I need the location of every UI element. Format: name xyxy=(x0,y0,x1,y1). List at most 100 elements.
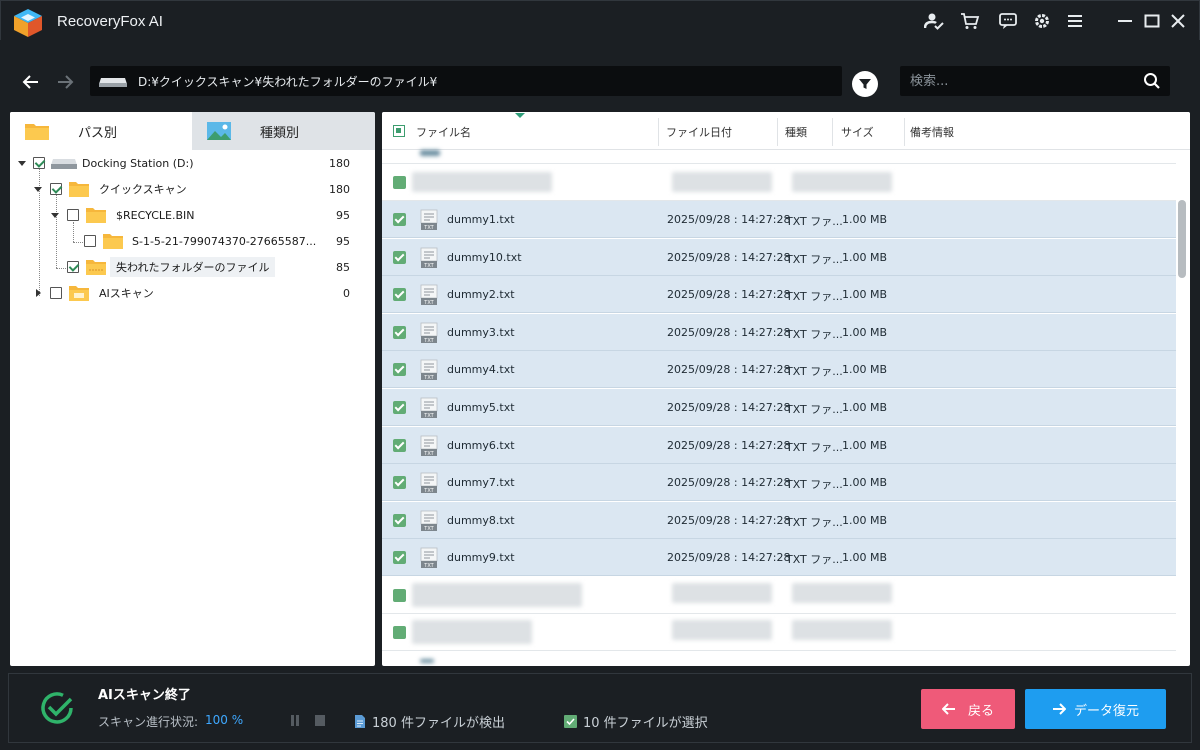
folder-icon xyxy=(103,234,123,249)
table-row[interactable]: TXT dummy10.txt 2025/09/28 : 14:27:28 TXT フ… xyxy=(382,238,1176,276)
row-checkbox[interactable] xyxy=(393,176,406,189)
tree-item-ai-scan[interactable]: AIスキャン 0 xyxy=(10,280,375,306)
checked-box-icon xyxy=(564,715,577,728)
row-checkbox[interactable] xyxy=(393,213,406,226)
pause-icon[interactable] xyxy=(290,715,300,726)
row-checkbox[interactable] xyxy=(393,626,406,639)
row-checkbox[interactable] xyxy=(393,363,406,377)
back-button[interactable]: 戻る xyxy=(921,689,1015,729)
file-size: 1.00 MB xyxy=(842,250,888,264)
back-arrow-icon[interactable] xyxy=(17,68,45,96)
table-row[interactable]: TXT dummy4.txt 2025/09/28 : 14:27:28 TXT ファ… xyxy=(382,351,1176,389)
txt-file-icon: TXT xyxy=(420,510,438,532)
table-row[interactable]: TXT dummy9.txt 2025/09/28 : 14:27:28 TXT ファ… xyxy=(382,539,1176,577)
scrollbar-thumb[interactable] xyxy=(1178,200,1186,278)
tree-checkbox[interactable] xyxy=(67,209,79,221)
txt-file-icon: TXT xyxy=(420,472,438,494)
table-row[interactable] xyxy=(382,614,1176,651)
folder-icon xyxy=(69,182,89,197)
tree-checkbox[interactable] xyxy=(50,287,62,299)
table-row[interactable]: TXT dummy6.txt 2025/09/28 : 14:27:28 TXT ファ… xyxy=(382,426,1176,464)
table-row[interactable]: TXT dummy5.txt 2025/09/28 : 14:27:28 TXT ファ… xyxy=(382,389,1176,426)
table-row[interactable] xyxy=(382,651,1176,666)
search-icon[interactable] xyxy=(1142,71,1162,91)
lost-folder-icon xyxy=(86,260,106,275)
tree-checkbox[interactable] xyxy=(50,183,62,195)
table-row[interactable] xyxy=(382,577,1176,614)
file-date: 2025/09/28 : 14:27:28 xyxy=(667,363,791,377)
collapse-arrow-icon[interactable] xyxy=(34,185,42,193)
file-name: dummy10.txt xyxy=(447,250,522,264)
tree-checkbox[interactable] xyxy=(84,235,96,247)
file-size: 1.00 MB xyxy=(842,401,888,414)
table-row[interactable]: TXT dummy3.txt 2025/09/28 : 14:27:28 TXT ファ… xyxy=(382,313,1176,351)
tree-checkbox[interactable] xyxy=(67,261,79,273)
row-checkbox[interactable] xyxy=(393,288,406,302)
file-type: TXT ファ... xyxy=(786,553,843,567)
tree-item-recycle-bin[interactable]: $RECYCLE.BIN 95 xyxy=(10,202,375,228)
status-footer: AIスキャン終了 スキャン進行状況: 100 % 180 件ファイルが検出 10… xyxy=(8,673,1192,743)
search-input[interactable] xyxy=(910,72,1130,90)
table-row[interactable]: TXT dummy7.txt 2025/09/28 : 14:27:28 TXT ファ… xyxy=(382,464,1176,502)
menu-icon[interactable] xyxy=(1064,10,1086,32)
txt-file-icon: TXT xyxy=(420,435,438,456)
tab-by-type[interactable]: 種類別 xyxy=(192,112,375,150)
tree-item-lost-folder-files[interactable]: 失われたフォルダーのファイル 85 xyxy=(10,254,375,280)
column-header-notes[interactable]: 備考情報 xyxy=(910,124,954,140)
folder-icon xyxy=(86,208,106,223)
table-row[interactable]: TXT dummy1.txt 2025/09/28 : 14:27:28 TXT ファ… xyxy=(382,201,1176,238)
stop-icon[interactable] xyxy=(315,715,325,726)
file-size: 1.00 MB xyxy=(842,438,888,452)
table-row[interactable] xyxy=(382,164,1176,201)
table-row[interactable] xyxy=(382,150,1176,164)
right-arrow-icon xyxy=(1052,703,1066,715)
vertical-scrollbar[interactable] xyxy=(1178,152,1186,664)
file-type: TXT ファ... xyxy=(786,327,843,341)
column-header-type[interactable]: 種類 xyxy=(785,124,807,140)
feedback-icon[interactable] xyxy=(997,10,1019,32)
drive-icon xyxy=(51,159,77,169)
expand-arrow-icon[interactable] xyxy=(34,289,42,297)
row-checkbox[interactable] xyxy=(393,250,406,264)
tree-checkbox[interactable] xyxy=(33,157,45,169)
minimize-icon[interactable] xyxy=(1114,10,1136,32)
file-type: TXT ファ... xyxy=(786,515,843,529)
forward-arrow-icon[interactable] xyxy=(51,68,79,96)
file-type: TXT ファ... xyxy=(786,440,843,454)
row-checkbox[interactable] xyxy=(393,551,406,565)
file-date: 2025/09/28 : 14:27:28 xyxy=(667,401,791,414)
select-all-checkbox[interactable] xyxy=(393,125,405,137)
row-checkbox[interactable] xyxy=(393,476,406,490)
txt-file-icon: TXT xyxy=(420,284,438,306)
collapse-arrow-icon[interactable] xyxy=(51,211,59,219)
maximize-icon[interactable] xyxy=(1141,10,1163,32)
close-icon[interactable] xyxy=(1167,10,1189,32)
progress-value: 100 % xyxy=(205,713,244,727)
recover-data-button[interactable]: データ復元 xyxy=(1025,689,1166,729)
scan-status-title: AIスキャン終了 xyxy=(98,688,191,703)
file-type: TXT ファ... xyxy=(786,478,843,492)
filter-icon[interactable] xyxy=(852,71,878,97)
settings-icon[interactable] xyxy=(1031,10,1053,32)
address-bar[interactable]: D:¥クイックスキャン¥失われたフォルダーのファイル¥ xyxy=(90,66,842,96)
table-row[interactable]: TXT dummy2.txt 2025/09/28 : 14:27:28 TXT ファ… xyxy=(382,276,1176,314)
column-header-name[interactable]: ファイル名 xyxy=(416,124,471,140)
progress-label: スキャン進行状況: xyxy=(98,715,199,729)
column-header-date[interactable]: ファイル日付 xyxy=(666,124,732,140)
tree-item-sid-folder[interactable]: S-1-5-21-799074370-27665587... 95 xyxy=(10,228,375,254)
tree-item-docking-station[interactable]: Docking Station (D:) 180 xyxy=(10,150,375,176)
row-checkbox[interactable] xyxy=(393,513,406,527)
row-checkbox[interactable] xyxy=(393,401,406,414)
file-size: 1.00 MB xyxy=(842,213,888,226)
image-type-icon xyxy=(207,122,231,140)
row-checkbox[interactable] xyxy=(393,589,406,602)
cart-icon[interactable] xyxy=(959,10,981,32)
row-checkbox[interactable] xyxy=(393,325,406,339)
tree-item-quick-scan[interactable]: クイックスキャン 180 xyxy=(10,176,375,202)
account-check-icon[interactable] xyxy=(923,10,945,32)
column-header-size[interactable]: サイズ xyxy=(841,124,874,140)
row-checkbox[interactable] xyxy=(393,438,406,452)
table-row[interactable]: TXT dummy8.txt 2025/09/28 : 14:27:28 TXT ファ… xyxy=(382,501,1176,539)
tab-by-path[interactable]: パス別 xyxy=(10,112,192,150)
collapse-arrow-icon[interactable] xyxy=(18,159,26,167)
